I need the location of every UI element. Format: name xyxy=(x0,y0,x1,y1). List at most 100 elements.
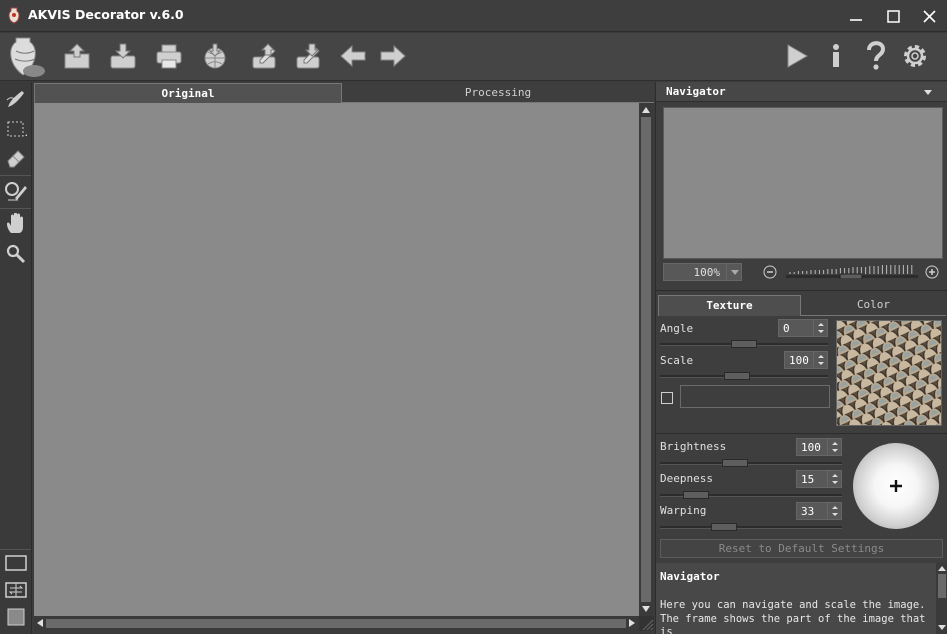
help-icon xyxy=(867,41,886,70)
deepness-slider-thumb[interactable] xyxy=(683,491,709,499)
tab-color[interactable]: Color xyxy=(801,295,946,316)
app-logo-icon xyxy=(6,7,22,24)
maximize-button[interactable] xyxy=(877,4,909,28)
help-scroll-thumb[interactable] xyxy=(938,574,946,598)
vertical-scrollbar[interactable] xyxy=(639,103,654,616)
tab-original[interactable]: Original xyxy=(34,83,342,103)
warping-slider-thumb[interactable] xyxy=(711,523,737,531)
color-square-icon xyxy=(7,608,25,626)
deepness-slider[interactable] xyxy=(660,491,842,499)
selection-tool[interactable] xyxy=(3,116,29,142)
brightness-slider[interactable] xyxy=(660,459,842,467)
texture-name-field[interactable] xyxy=(680,385,830,408)
light-direction-ball[interactable] xyxy=(853,443,939,529)
zoom-tool[interactable] xyxy=(3,241,29,267)
scale-slider-thumb[interactable] xyxy=(724,372,750,380)
angle-slider-thumb[interactable] xyxy=(731,340,757,348)
run-play-icon xyxy=(787,44,808,68)
brightness-slider-thumb[interactable] xyxy=(722,459,748,467)
share-button[interactable] xyxy=(198,39,232,73)
hand-tool[interactable] xyxy=(3,211,29,237)
tab-texture[interactable]: Texture xyxy=(658,295,801,316)
panel-separator xyxy=(656,290,947,291)
settings-button[interactable] xyxy=(898,39,932,73)
chevron-down-icon xyxy=(731,270,739,275)
texture-checkbox[interactable] xyxy=(661,392,673,404)
warping-slider[interactable] xyxy=(660,523,842,531)
export-strokes-button[interactable] xyxy=(292,39,326,73)
save-image-button[interactable] xyxy=(106,39,140,73)
split-view-icon xyxy=(5,582,27,598)
scroll-right-arrow-icon[interactable] xyxy=(629,619,635,627)
zoom-in-icon xyxy=(925,265,939,279)
run-button[interactable] xyxy=(779,39,813,73)
close-button[interactable] xyxy=(913,4,945,28)
scroll-up-arrow-icon[interactable] xyxy=(938,566,946,571)
navigator-preview[interactable] xyxy=(663,107,943,259)
decorator-brush-icon xyxy=(6,91,24,107)
angle-field[interactable]: 0 xyxy=(778,319,828,337)
open-image-button[interactable] xyxy=(60,39,94,73)
collapse-arrow-icon[interactable] xyxy=(924,90,932,95)
image-window[interactable] xyxy=(34,103,639,616)
help-button[interactable] xyxy=(859,39,893,73)
zoom-value: 100% xyxy=(693,266,721,279)
crosshair-icon xyxy=(890,480,902,492)
zoom-dropdown-button[interactable] xyxy=(726,264,742,280)
deepness-spinner[interactable] xyxy=(827,471,841,487)
scroll-down-arrow-icon[interactable] xyxy=(642,606,650,612)
background-color-button[interactable] xyxy=(3,604,29,630)
reset-defaults-button[interactable]: Reset to Default Settings xyxy=(660,539,943,558)
import-strokes-button[interactable] xyxy=(248,39,282,73)
warping-field[interactable]: 33 xyxy=(796,502,842,520)
texture-scales-icon xyxy=(837,321,941,425)
undo-button[interactable] xyxy=(336,39,370,73)
horizontal-scroll-thumb[interactable] xyxy=(46,619,626,628)
magic-tube-tool[interactable] xyxy=(3,178,29,204)
brightness-field[interactable]: 100 xyxy=(796,438,842,456)
warping-value: 33 xyxy=(801,505,815,518)
angle-label: Angle xyxy=(660,322,694,335)
single-view-button[interactable] xyxy=(3,550,29,576)
redo-button[interactable] xyxy=(376,39,410,73)
view-tabs: Original Processing xyxy=(34,83,654,103)
deepness-field[interactable]: 15 xyxy=(796,470,842,488)
texture-preview[interactable] xyxy=(836,320,942,426)
brightness-value: 100 xyxy=(801,441,821,454)
horizontal-scrollbar[interactable] xyxy=(34,616,639,631)
decorator-brush-tool[interactable] xyxy=(3,86,29,112)
vertical-scroll-thumb[interactable] xyxy=(641,117,651,602)
help-scrollbar[interactable] xyxy=(936,563,947,634)
settings-gear-icon xyxy=(904,45,926,67)
angle-slider[interactable] xyxy=(660,340,828,348)
zoom-in-button[interactable] xyxy=(925,265,939,279)
brightness-label: Brightness xyxy=(660,440,727,453)
panel-separator xyxy=(656,433,947,434)
minimize-button[interactable] xyxy=(840,4,872,28)
save-image-icon xyxy=(110,43,136,69)
scroll-down-arrow-icon[interactable] xyxy=(938,625,946,630)
brightness-spinner[interactable] xyxy=(827,439,841,455)
share-icon xyxy=(204,43,226,69)
zoom-combobox[interactable]: 100% xyxy=(663,263,742,281)
angle-spinner[interactable] xyxy=(813,320,827,336)
scale-slider[interactable] xyxy=(660,372,828,380)
magic-tube-icon xyxy=(5,182,27,201)
zoom-out-button[interactable] xyxy=(763,265,777,279)
scale-field[interactable]: 100 xyxy=(784,351,828,369)
scale-spinner[interactable] xyxy=(813,352,827,368)
scroll-up-arrow-icon[interactable] xyxy=(642,107,650,113)
print-button[interactable] xyxy=(152,39,186,73)
zoom-icon xyxy=(6,244,26,264)
toolbar xyxy=(0,33,947,81)
info-button[interactable] xyxy=(819,39,853,73)
split-view-button[interactable] xyxy=(3,577,29,603)
tab-processing[interactable]: Processing xyxy=(342,83,654,103)
eraser-tool[interactable] xyxy=(3,145,29,171)
warping-spinner[interactable] xyxy=(827,503,841,519)
help-panel: Navigator Here you can navigate and scal… xyxy=(656,563,947,634)
navigator-title: Navigator xyxy=(666,85,726,98)
zoom-slider[interactable] xyxy=(786,263,918,280)
navigator-header[interactable]: Navigator xyxy=(656,82,947,102)
scroll-left-arrow-icon[interactable] xyxy=(37,619,43,627)
